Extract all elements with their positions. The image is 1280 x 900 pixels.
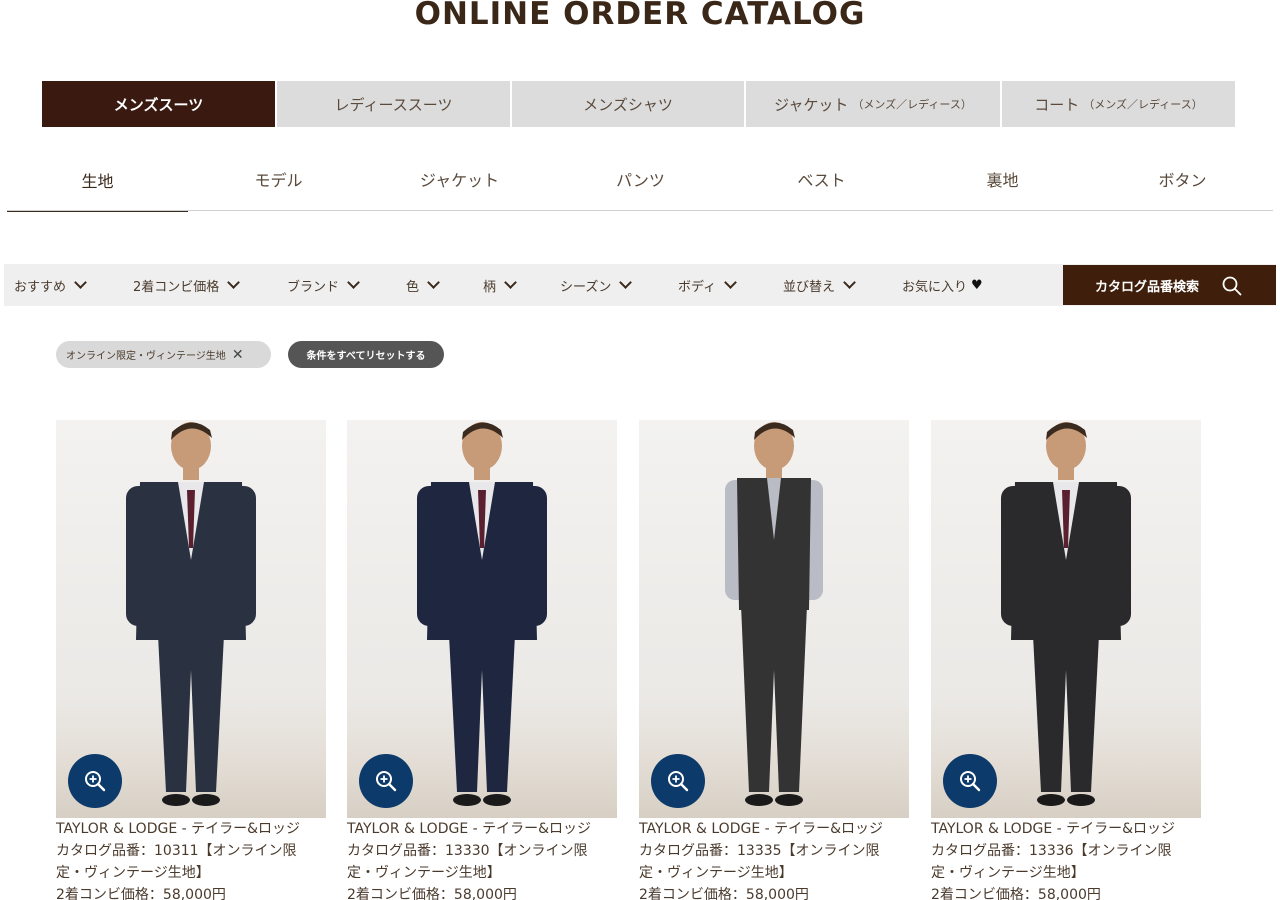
tab-sublabel: （メンズ／レディース）: [852, 98, 972, 111]
chip-label: オンライン限定・ヴィンテージ生地: [66, 351, 226, 362]
subtab-model[interactable]: モデル: [188, 150, 369, 208]
product-info: TAYLOR & LODGE - テイラー&ロッジ カタログ品番：10311【オ…: [56, 818, 326, 900]
tab-label: ジャケット: [774, 95, 849, 114]
active-filter-chip[interactable]: オンライン限定・ヴィンテージ生地 ✕: [56, 341, 271, 368]
zoom-button[interactable]: [651, 754, 705, 808]
product-catalog-number: カタログ品番：13330【オンライン限: [347, 843, 588, 859]
chevron-down-icon: [427, 276, 440, 289]
product-photo[interactable]: [931, 420, 1201, 818]
subtab-buttons[interactable]: ボタン: [1092, 150, 1273, 208]
filter-pattern[interactable]: 柄: [483, 264, 517, 306]
divider: [7, 210, 1273, 211]
chevron-down-icon: [227, 276, 241, 289]
subtab-pants[interactable]: パンツ: [550, 150, 731, 208]
page-title: ONLINE ORDER CATALOG: [414, 0, 866, 32]
heart-icon: ♥: [971, 277, 983, 293]
product-card[interactable]: TAYLOR & LODGE - テイラー&ロッジ カタログ品番：10311【オ…: [56, 420, 326, 900]
product-price: 2着コンビ価格：58,000円: [347, 887, 517, 900]
subtab-jacket[interactable]: ジャケット: [369, 150, 550, 208]
catalog-search-button[interactable]: カタログ品番検索: [1063, 265, 1276, 305]
tab-label: メンズスーツ: [113, 95, 204, 114]
tab-label: メンズシャツ: [583, 95, 673, 114]
product-info: TAYLOR & LODGE - テイラー&ロッジ カタログ品番：13336【オ…: [931, 818, 1201, 900]
filter-recommended[interactable]: おすすめ: [14, 264, 87, 306]
product-card[interactable]: TAYLOR & LODGE - テイラー&ロッジ カタログ品番：13335【オ…: [639, 420, 909, 900]
product-catalog-number: カタログ品番：13336【オンライン限: [931, 843, 1172, 859]
product-photo[interactable]: [347, 420, 617, 818]
zoom-in-icon: [376, 771, 397, 792]
filter-bar: おすすめ 2着コンビ価格 ブランド 色 柄 シーズン ボディ 並び替え お気に入…: [4, 264, 1276, 306]
zoom-in-icon: [668, 771, 689, 792]
tab-sublabel: （メンズ／レディース）: [1083, 98, 1203, 111]
filter-label: おすすめ: [14, 279, 67, 295]
zoom-button[interactable]: [68, 754, 122, 808]
filter-season[interactable]: シーズン: [560, 264, 633, 306]
product-card[interactable]: TAYLOR & LODGE - テイラー&ロッジ カタログ品番：13330【オ…: [347, 420, 617, 900]
tab-jackets[interactable]: ジャケット （メンズ／レディース）: [746, 81, 1000, 127]
page: ONLINE ORDER CATALOG メンズスーツ レディーススーツ メンズ…: [0, 0, 1280, 900]
product-catalog-number: カタログ品番：10311【オンライン限: [56, 843, 297, 859]
subtab-lining[interactable]: 裏地: [912, 150, 1093, 208]
product-brand[interactable]: TAYLOR & LODGE - テイラー&ロッジ: [639, 818, 909, 840]
product-catalog-note: 定・ヴィンテージ生地】: [931, 865, 1085, 881]
product-info: TAYLOR & LODGE - テイラー&ロッジ カタログ品番：13330【オ…: [347, 818, 617, 900]
product-brand[interactable]: TAYLOR & LODGE - テイラー&ロッジ: [347, 818, 617, 840]
filter-label: ボディ: [678, 279, 717, 295]
filter-label: お気に入り: [902, 279, 968, 295]
product-catalog-note: 定・ヴィンテージ生地】: [56, 865, 210, 881]
tab-label: コート: [1034, 95, 1080, 114]
product-price: 2着コンビ価格：58,000円: [56, 887, 226, 900]
filter-body[interactable]: ボディ: [678, 264, 737, 306]
filter-label: 並び替え: [783, 279, 836, 295]
reset-filters-button[interactable]: 条件をすべてリセットする: [288, 341, 444, 368]
filter-favorites[interactable]: お気に入り ♥: [902, 264, 983, 306]
product-photo[interactable]: [639, 420, 909, 818]
product-catalog-note: 定・ヴィンテージ生地】: [347, 865, 501, 881]
tab-coats[interactable]: コート （メンズ／レディース）: [1002, 81, 1235, 127]
product-price: 2着コンビ価格：58,000円: [931, 887, 1101, 900]
category-tabs: メンズスーツ レディーススーツ メンズシャツ ジャケット （メンズ／レディース） …: [42, 81, 1237, 127]
filter-sort[interactable]: 並び替え: [783, 264, 856, 306]
tab-mens-suits[interactable]: メンズスーツ: [42, 81, 275, 127]
product-photo[interactable]: [56, 420, 326, 818]
filter-label: 色: [406, 279, 420, 295]
chevron-down-icon: [619, 276, 633, 289]
product-info: TAYLOR & LODGE - テイラー&ロッジ カタログ品番：13335【オ…: [639, 818, 909, 900]
chevron-down-icon: [347, 276, 360, 289]
tab-label: レディーススーツ: [334, 95, 453, 114]
tab-ladies-suits[interactable]: レディーススーツ: [277, 81, 510, 127]
zoom-button[interactable]: [943, 754, 997, 808]
chevron-down-icon: [74, 276, 87, 289]
subtab-vest[interactable]: ベスト: [731, 150, 912, 208]
chevron-down-icon: [724, 276, 737, 289]
product-catalog-number: カタログ品番：13335【オンライン限: [639, 843, 880, 859]
search-icon: [1222, 276, 1242, 296]
filter-brand[interactable]: ブランド: [287, 264, 360, 306]
filter-combo-price[interactable]: 2着コンビ価格: [133, 264, 241, 306]
sub-tabs: 生地 モデル ジャケット パンツ ベスト 裏地 ボタン: [7, 150, 1273, 212]
chevron-down-icon: [843, 276, 856, 289]
filter-label: シーズン: [560, 279, 612, 295]
zoom-in-icon: [85, 771, 106, 792]
filter-color[interactable]: 色: [406, 264, 440, 306]
filter-label: 2着コンビ価格: [133, 279, 220, 295]
close-icon[interactable]: ✕: [232, 347, 244, 363]
product-brand[interactable]: TAYLOR & LODGE - テイラー&ロッジ: [56, 818, 326, 840]
product-brand[interactable]: TAYLOR & LODGE - テイラー&ロッジ: [931, 818, 1201, 840]
filter-label: 柄: [483, 279, 497, 295]
subtab-fabric[interactable]: 生地: [7, 150, 188, 212]
zoom-in-icon: [960, 771, 981, 792]
chevron-down-icon: [504, 276, 517, 289]
catalog-search-label: カタログ品番検索: [1095, 279, 1200, 295]
zoom-button[interactable]: [359, 754, 413, 808]
filter-label: ブランド: [287, 279, 340, 295]
product-price: 2着コンビ価格：58,000円: [639, 887, 809, 900]
tab-mens-shirts[interactable]: メンズシャツ: [512, 81, 744, 127]
product-card[interactable]: TAYLOR & LODGE - テイラー&ロッジ カタログ品番：13336【オ…: [931, 420, 1201, 900]
product-catalog-note: 定・ヴィンテージ生地】: [639, 865, 793, 881]
